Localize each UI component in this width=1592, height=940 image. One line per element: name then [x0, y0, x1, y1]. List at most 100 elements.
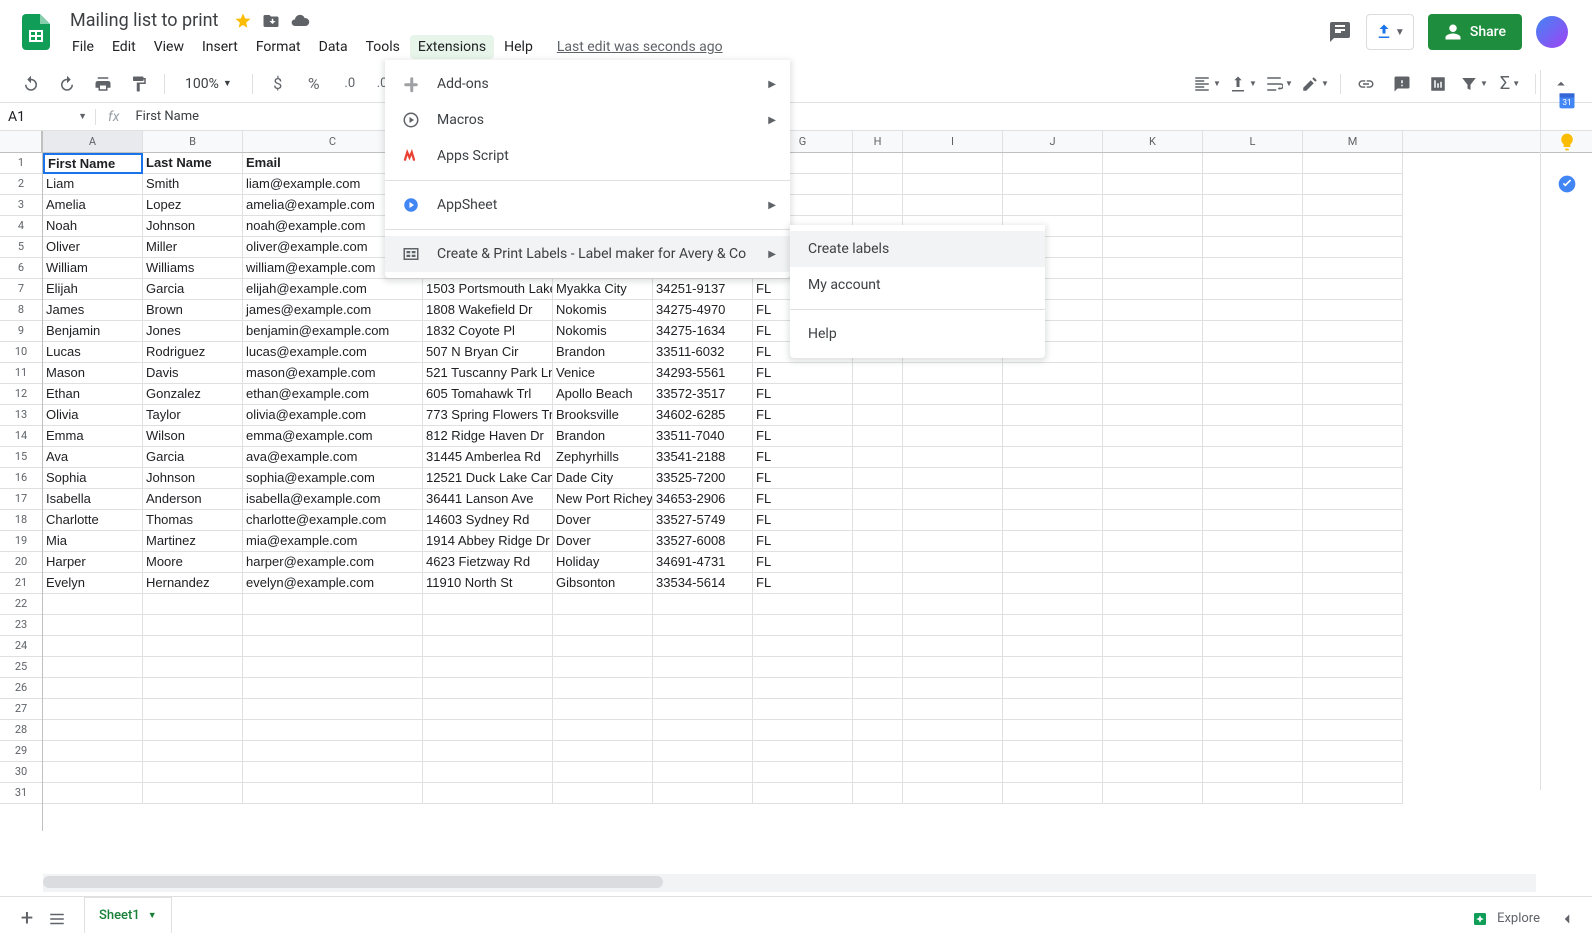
cell[interactable] [1203, 552, 1303, 573]
cell[interactable]: Wilson [143, 426, 243, 447]
row-header[interactable]: 25 [0, 657, 42, 678]
cell[interactable] [143, 678, 243, 699]
cell[interactable]: sophia@example.com [243, 468, 423, 489]
cell[interactable] [853, 531, 903, 552]
cell[interactable] [903, 678, 1003, 699]
row-header[interactable]: 6 [0, 258, 42, 279]
cell[interactable] [1203, 678, 1303, 699]
cell[interactable]: 34275-4970 [653, 300, 753, 321]
menu-edit[interactable]: Edit [104, 35, 144, 59]
cell[interactable] [1103, 510, 1203, 531]
cell[interactable] [43, 678, 143, 699]
cell[interactable] [1003, 384, 1103, 405]
cell[interactable] [903, 657, 1003, 678]
cell[interactable] [423, 741, 553, 762]
cell[interactable] [653, 741, 753, 762]
cell[interactable]: Brandon [553, 342, 653, 363]
cell[interactable]: 812 Ridge Haven Dr [423, 426, 553, 447]
cell[interactable] [43, 741, 143, 762]
cell[interactable] [653, 720, 753, 741]
cell[interactable] [423, 762, 553, 783]
cell[interactable] [1003, 657, 1103, 678]
cell[interactable]: evelyn@example.com [243, 573, 423, 594]
cell[interactable] [243, 657, 423, 678]
cell[interactable] [143, 699, 243, 720]
cell[interactable]: charlotte@example.com [243, 510, 423, 531]
cell[interactable]: Brown [143, 300, 243, 321]
cell[interactable]: 507 N Bryan Cir [423, 342, 553, 363]
cell[interactable] [853, 615, 903, 636]
cell[interactable] [243, 699, 423, 720]
menu-addons[interactable]: Add-ons▶ [385, 66, 790, 102]
cell[interactable] [1203, 510, 1303, 531]
cell[interactable] [243, 636, 423, 657]
row-header[interactable]: 7 [0, 279, 42, 300]
cell[interactable]: 14603 Sydney Rd [423, 510, 553, 531]
cell[interactable]: Last Name [143, 153, 243, 174]
cell[interactable]: isabella@example.com [243, 489, 423, 510]
row-header[interactable]: 10 [0, 342, 42, 363]
cell[interactable] [853, 174, 903, 195]
cell[interactable] [1303, 258, 1403, 279]
cell[interactable]: Zephyrhills [553, 447, 653, 468]
cell[interactable] [1303, 762, 1403, 783]
cell[interactable]: 34602-6285 [653, 405, 753, 426]
cell[interactable] [753, 720, 853, 741]
cell[interactable]: 33534-5614 [653, 573, 753, 594]
cell[interactable]: Ethan [43, 384, 143, 405]
row-header[interactable]: 3 [0, 195, 42, 216]
cell[interactable] [553, 762, 653, 783]
cell[interactable] [1103, 741, 1203, 762]
redo-icon[interactable] [52, 69, 82, 99]
cell[interactable]: mason@example.com [243, 363, 423, 384]
cell[interactable] [753, 657, 853, 678]
cell[interactable] [423, 636, 553, 657]
cell[interactable] [243, 594, 423, 615]
cell[interactable] [1103, 174, 1203, 195]
cell[interactable]: 1832 Coyote Pl [423, 321, 553, 342]
cell[interactable]: James [43, 300, 143, 321]
cell[interactable] [1003, 426, 1103, 447]
row-header[interactable]: 2 [0, 174, 42, 195]
cell[interactable] [43, 594, 143, 615]
cell[interactable]: 33541-2188 [653, 447, 753, 468]
submenu-my-account[interactable]: My account [790, 267, 1045, 303]
cell[interactable] [903, 552, 1003, 573]
row-header[interactable]: 29 [0, 741, 42, 762]
cell[interactable] [243, 783, 423, 804]
menu-extensions[interactable]: Extensions [410, 35, 494, 59]
cell[interactable] [43, 657, 143, 678]
rotate-icon[interactable]: ▼ [1300, 69, 1330, 99]
row-header[interactable]: 19 [0, 531, 42, 552]
row-header[interactable]: 15 [0, 447, 42, 468]
cell[interactable] [43, 699, 143, 720]
col-header[interactable]: M [1303, 131, 1403, 152]
row-header[interactable]: 14 [0, 426, 42, 447]
cell[interactable]: 33527-5749 [653, 510, 753, 531]
fx-value[interactable]: First Name [131, 109, 199, 124]
cell[interactable] [143, 783, 243, 804]
cell[interactable] [653, 762, 753, 783]
cell[interactable] [553, 678, 653, 699]
row-header[interactable]: 16 [0, 468, 42, 489]
cell[interactable] [853, 153, 903, 174]
cell[interactable] [903, 783, 1003, 804]
cell[interactable] [143, 762, 243, 783]
cell[interactable]: FL [753, 426, 853, 447]
cell[interactable] [903, 741, 1003, 762]
cell[interactable] [1203, 615, 1303, 636]
cell[interactable] [43, 615, 143, 636]
cell[interactable] [1103, 531, 1203, 552]
cell[interactable] [1303, 783, 1403, 804]
cell[interactable]: Olivia [43, 405, 143, 426]
cell[interactable] [853, 405, 903, 426]
sheets-logo[interactable] [16, 12, 56, 52]
menu-insert[interactable]: Insert [194, 35, 246, 59]
cell[interactable] [903, 363, 1003, 384]
cell[interactable] [903, 573, 1003, 594]
cell[interactable]: Davis [143, 363, 243, 384]
cell[interactable] [903, 762, 1003, 783]
cell[interactable] [853, 573, 903, 594]
cell[interactable] [1303, 300, 1403, 321]
cell[interactable]: Williams [143, 258, 243, 279]
